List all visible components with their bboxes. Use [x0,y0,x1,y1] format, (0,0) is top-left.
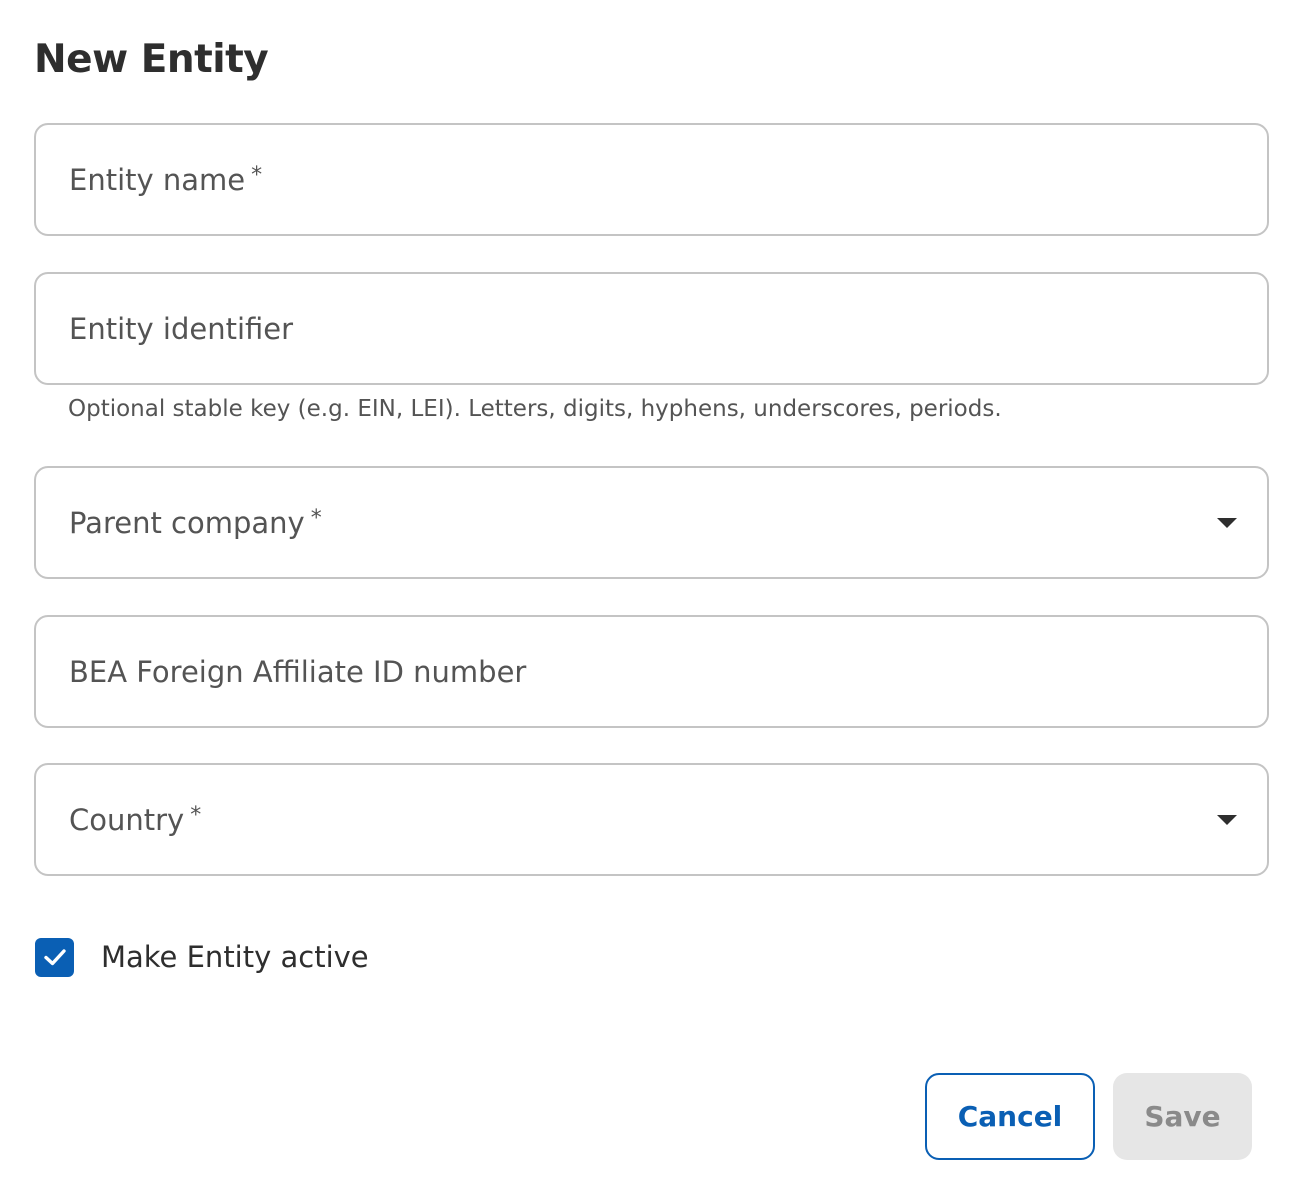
save-button[interactable]: Save [1113,1073,1252,1160]
bea-id-label: BEA Foreign Affiliate ID number [69,654,527,689]
entity-name-input[interactable]: Entity name * [34,123,1269,236]
make-entity-active-checkbox[interactable] [35,937,74,977]
entity-identifier-helper-text: Optional stable key (e.g. EIN, LEI). Let… [68,396,1002,422]
required-mark: * [190,802,202,828]
entity-identifier-label: Entity identifier [69,311,294,346]
cancel-button[interactable]: Cancel [925,1073,1095,1160]
required-mark: * [251,162,263,188]
caret-down-icon[interactable] [1217,517,1237,528]
make-entity-active-row[interactable]: Make Entity active [35,937,369,977]
make-entity-active-label: Make Entity active [101,940,369,974]
country-select[interactable]: Country * [34,763,1269,876]
dialog-title: New Entity [34,37,269,82]
new-entity-dialog: New Entity Entity name * Entity identifie… [0,0,1300,1196]
checkmark-icon [43,949,66,966]
entity-name-label: Entity name * [69,162,263,197]
required-mark: * [310,505,322,531]
entity-identifier-input[interactable]: Entity identifier [34,272,1269,385]
country-label: Country * [69,802,202,837]
parent-company-select[interactable]: Parent company * [34,466,1269,579]
parent-company-label: Parent company * [69,505,322,540]
caret-down-icon[interactable] [1217,814,1237,825]
bea-id-input[interactable]: BEA Foreign Affiliate ID number [34,615,1269,728]
